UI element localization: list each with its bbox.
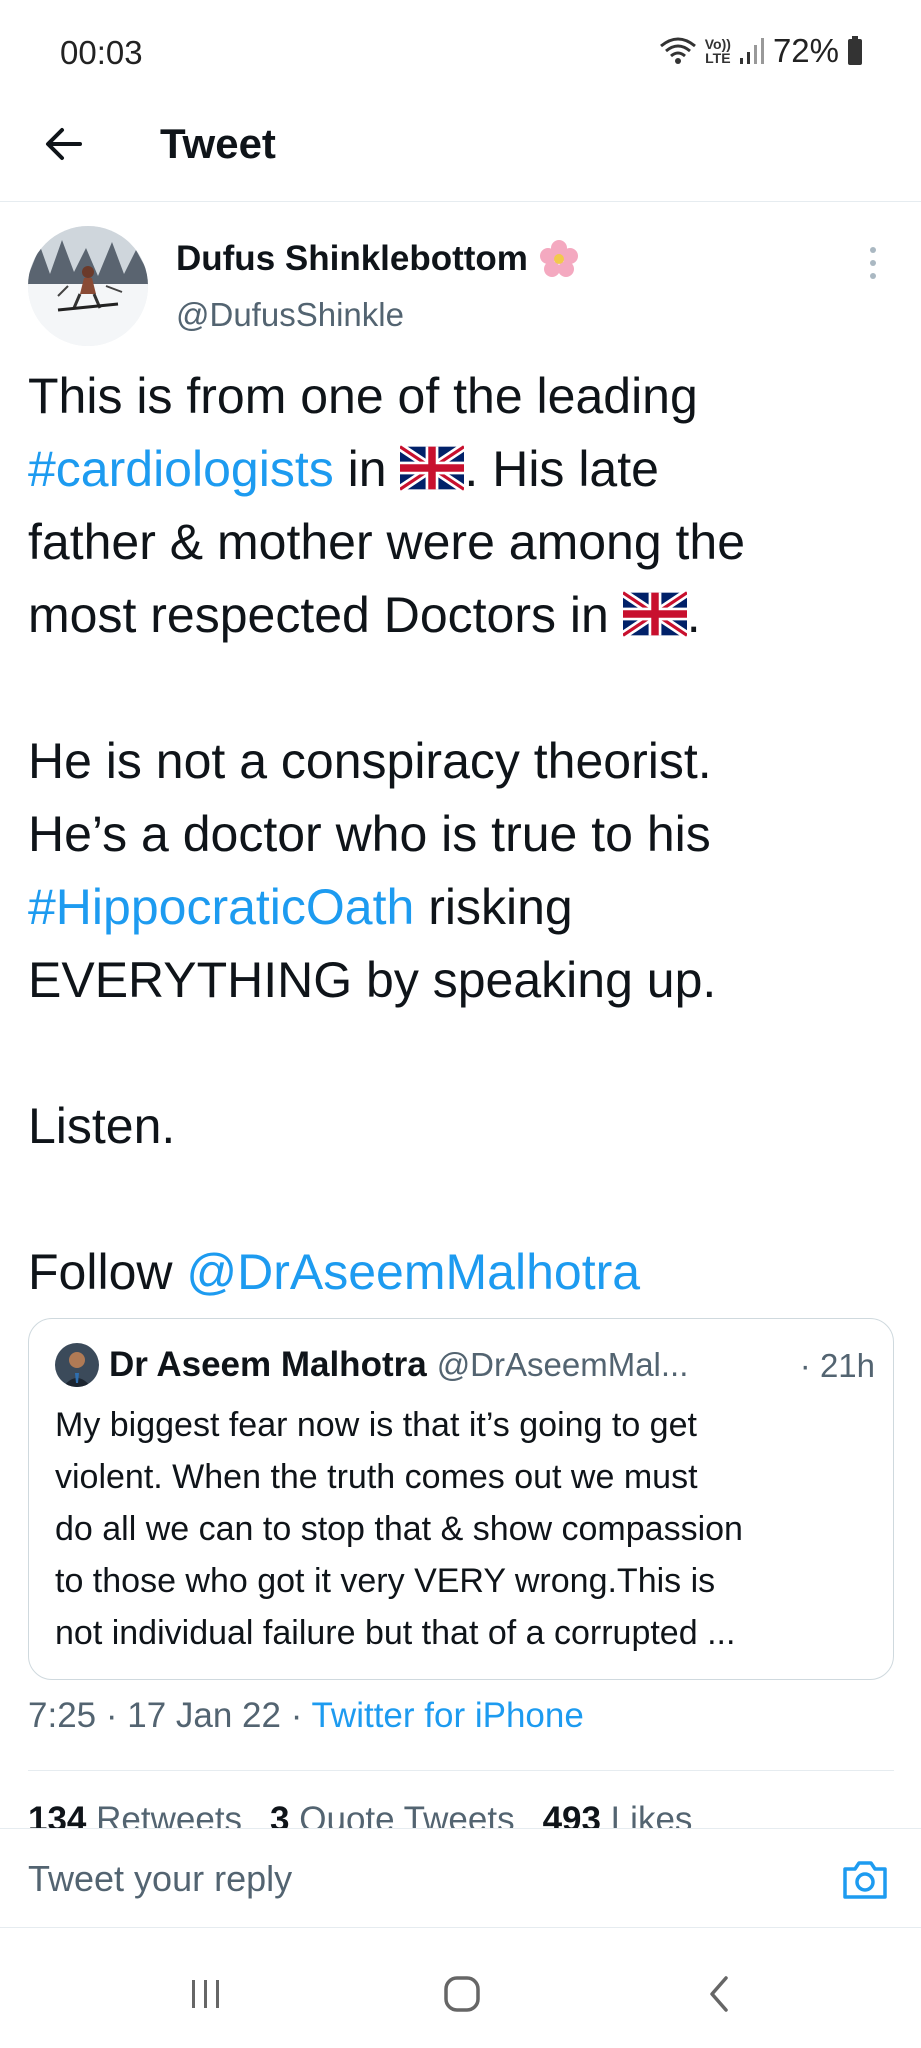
camera-icon[interactable] bbox=[839, 1853, 891, 1905]
system-nav-bar bbox=[0, 1940, 921, 2048]
mention-link[interactable]: @DrAseemMalhotra bbox=[186, 1244, 640, 1300]
tweet-source-link[interactable]: Twitter for iPhone bbox=[311, 1696, 583, 1735]
tweet-time: 7:25 bbox=[28, 1696, 97, 1735]
tweet-text: This is from one of the leading #cardiol… bbox=[28, 360, 898, 1309]
tweet-fragment: . His late bbox=[464, 441, 659, 497]
battery-percent: 72% bbox=[772, 32, 839, 69]
quoted-author-handle: @DrAseemMal... bbox=[436, 1346, 689, 1383]
back-arrow-icon[interactable] bbox=[40, 120, 88, 168]
more-vertical-icon[interactable] bbox=[867, 246, 879, 280]
tweet-line: He is not a conspiracy theorist. bbox=[28, 733, 712, 789]
quoted-author-name: Dr Aseem Malhotra bbox=[109, 1345, 427, 1384]
quoted-line: violent. When the truth comes out we mus… bbox=[55, 1458, 698, 1496]
author-handle[interactable]: @DufusShinkle bbox=[176, 296, 404, 334]
status-bar: 00:03 Vo)) LTE 72% bbox=[0, 0, 921, 104]
tweet-fragment: Follow bbox=[28, 1244, 187, 1300]
quotes-count: 3 bbox=[270, 1800, 290, 1828]
tweet-date: 17 Jan 22 bbox=[127, 1696, 281, 1735]
author-name-text[interactable]: Dufus Shinklebottom bbox=[176, 239, 528, 279]
recents-icon[interactable] bbox=[176, 1968, 236, 2020]
quoted-tweet-text: My biggest fear now is that it’s going t… bbox=[55, 1399, 885, 1659]
divider bbox=[28, 1770, 894, 1771]
quoted-tweet-time: · 21h bbox=[799, 1347, 875, 1384]
tweet-fragment: . bbox=[686, 587, 701, 643]
uk-flag-icon bbox=[400, 444, 465, 492]
retweets-count: 134 bbox=[28, 1800, 87, 1828]
meta-separator: · bbox=[96, 1696, 128, 1735]
quoted-line: do all we can to stop that & show compas… bbox=[55, 1510, 743, 1548]
lte-indicator: Vo)) LTE bbox=[704, 36, 731, 66]
app-header: Tweet bbox=[0, 104, 921, 202]
author-avatar[interactable] bbox=[28, 226, 148, 346]
retweets-stat[interactable]: 134 Retweets bbox=[28, 1800, 242, 1828]
meta-separator: · bbox=[280, 1696, 312, 1735]
status-time: 00:03 bbox=[60, 34, 143, 71]
tweet-line: He’s a doctor who is true to his bbox=[28, 806, 711, 862]
tweet-fragment: in bbox=[333, 441, 401, 497]
quoted-line: to those who got it very VERY wrong.This… bbox=[55, 1562, 716, 1600]
status-icons: Vo)) LTE 72% bbox=[659, 32, 863, 70]
quote-tweets-stat[interactable]: 3 Quote Tweets bbox=[270, 1800, 515, 1828]
quoted-author-avatar bbox=[55, 1343, 99, 1387]
quoted-line: My biggest fear now is that it’s going t… bbox=[55, 1406, 697, 1444]
tweet-meta: 7:25 · 17 Jan 22 · Twitter for iPhone bbox=[28, 1696, 584, 1736]
likes-label: Likes bbox=[610, 1800, 693, 1828]
tweet-line: most respected Doctors in bbox=[28, 587, 623, 643]
quoted-line: not individual failure but that of a cor… bbox=[55, 1614, 736, 1652]
hashtag-link[interactable]: #HippocraticOath bbox=[28, 879, 414, 935]
quoted-tweet-card[interactable]: Dr Aseem Malhotra @DrAseemMal... · 21h M… bbox=[28, 1318, 894, 1680]
flower-icon bbox=[539, 240, 578, 277]
battery-icon bbox=[848, 36, 862, 65]
author-name[interactable]: Dufus Shinklebottom bbox=[176, 238, 580, 280]
tweet-line: Listen. bbox=[28, 1098, 176, 1154]
quoted-tweet-header: Dr Aseem Malhotra @DrAseemMal... bbox=[55, 1343, 688, 1387]
quotes-label: Quote Tweets bbox=[299, 1800, 515, 1828]
tweet-line: EVERYTHING by speaking up. bbox=[28, 952, 717, 1008]
hashtag-link[interactable]: #cardiologists bbox=[28, 441, 334, 497]
retweets-label: Retweets bbox=[96, 1800, 243, 1828]
wifi-icon bbox=[659, 37, 696, 64]
reply-composer bbox=[0, 1828, 921, 1928]
tweet-fragment: risking bbox=[414, 879, 573, 935]
likes-stat[interactable]: 493 Likes bbox=[543, 1800, 693, 1828]
home-icon[interactable] bbox=[432, 1968, 492, 2020]
tweet-line: father & mother were among the bbox=[28, 514, 746, 570]
likes-count: 493 bbox=[542, 1800, 601, 1828]
tweet-stats: 134 Retweets 3 Quote Tweets 493 Likes bbox=[0, 1776, 921, 1828]
back-nav-icon[interactable] bbox=[690, 1968, 750, 2020]
reply-input[interactable] bbox=[28, 1851, 788, 1907]
signal-icon bbox=[739, 38, 764, 64]
page-title: Tweet bbox=[160, 120, 276, 167]
tweet-line: This is from one of the leading bbox=[28, 368, 698, 424]
uk-flag-icon bbox=[622, 590, 687, 638]
